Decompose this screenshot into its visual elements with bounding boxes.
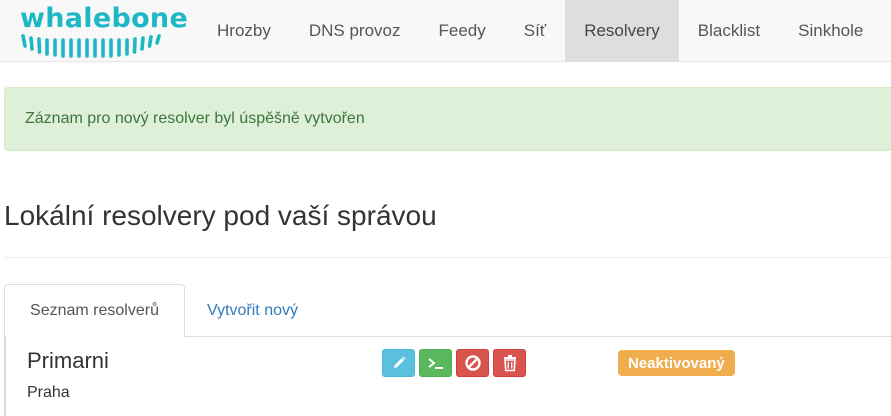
- pencil-icon: [393, 356, 405, 368]
- terminal-icon: [427, 358, 443, 369]
- tab-resolver-list[interactable]: Seznam resolverů: [4, 284, 185, 338]
- resolver-location: Praha: [27, 384, 70, 401]
- console-button[interactable]: [419, 349, 452, 377]
- status-badge: Neaktivovaný: [618, 350, 735, 376]
- nav-item-hrozby[interactable]: Hrozby: [198, 0, 290, 62]
- nav-item-blacklist[interactable]: Blacklist: [679, 0, 779, 62]
- divider: [4, 257, 891, 258]
- alert-message: Záznam pro nový resolver byl úspěšně vyt…: [25, 110, 365, 127]
- nav-item-sinkhole[interactable]: Sinkhole: [779, 0, 882, 62]
- delete-button[interactable]: [493, 349, 526, 377]
- navbar: whalebone Hrozby DNS provoz Feedy Síť Re…: [0, 0, 891, 62]
- main-nav: Hrozby DNS provoz Feedy Síť Resolvery Bl…: [198, 0, 882, 62]
- page-title: Lokální resolvery pod vaší správou: [4, 200, 437, 231]
- resolver-name: Primarni: [27, 348, 109, 373]
- nav-item-feedy[interactable]: Feedy: [420, 0, 505, 62]
- whale-bone-logo-icon: [21, 34, 161, 58]
- trash-icon: [503, 355, 516, 372]
- edit-button[interactable]: [382, 349, 415, 377]
- resolver-actions: [382, 349, 526, 377]
- resolver-list-panel: Primarni Praha Neaktivovaný: [4, 336, 891, 416]
- nav-item-dns-provoz[interactable]: DNS provoz: [290, 0, 420, 62]
- brand-name: whalebone: [20, 3, 189, 34]
- brand-logo[interactable]: whalebone: [18, 4, 188, 58]
- nav-item-resolvery[interactable]: Resolvery: [565, 0, 679, 62]
- ban-icon: [464, 355, 481, 371]
- tab-create-new[interactable]: Vytvořit nový: [187, 284, 318, 337]
- success-alert: Záznam pro nový resolver byl úspěšně vyt…: [4, 87, 891, 151]
- nav-item-sit[interactable]: Síť: [505, 0, 565, 62]
- tab-bar: Seznam resolverů Vytvořit nový: [4, 284, 891, 338]
- deactivate-button[interactable]: [456, 349, 489, 377]
